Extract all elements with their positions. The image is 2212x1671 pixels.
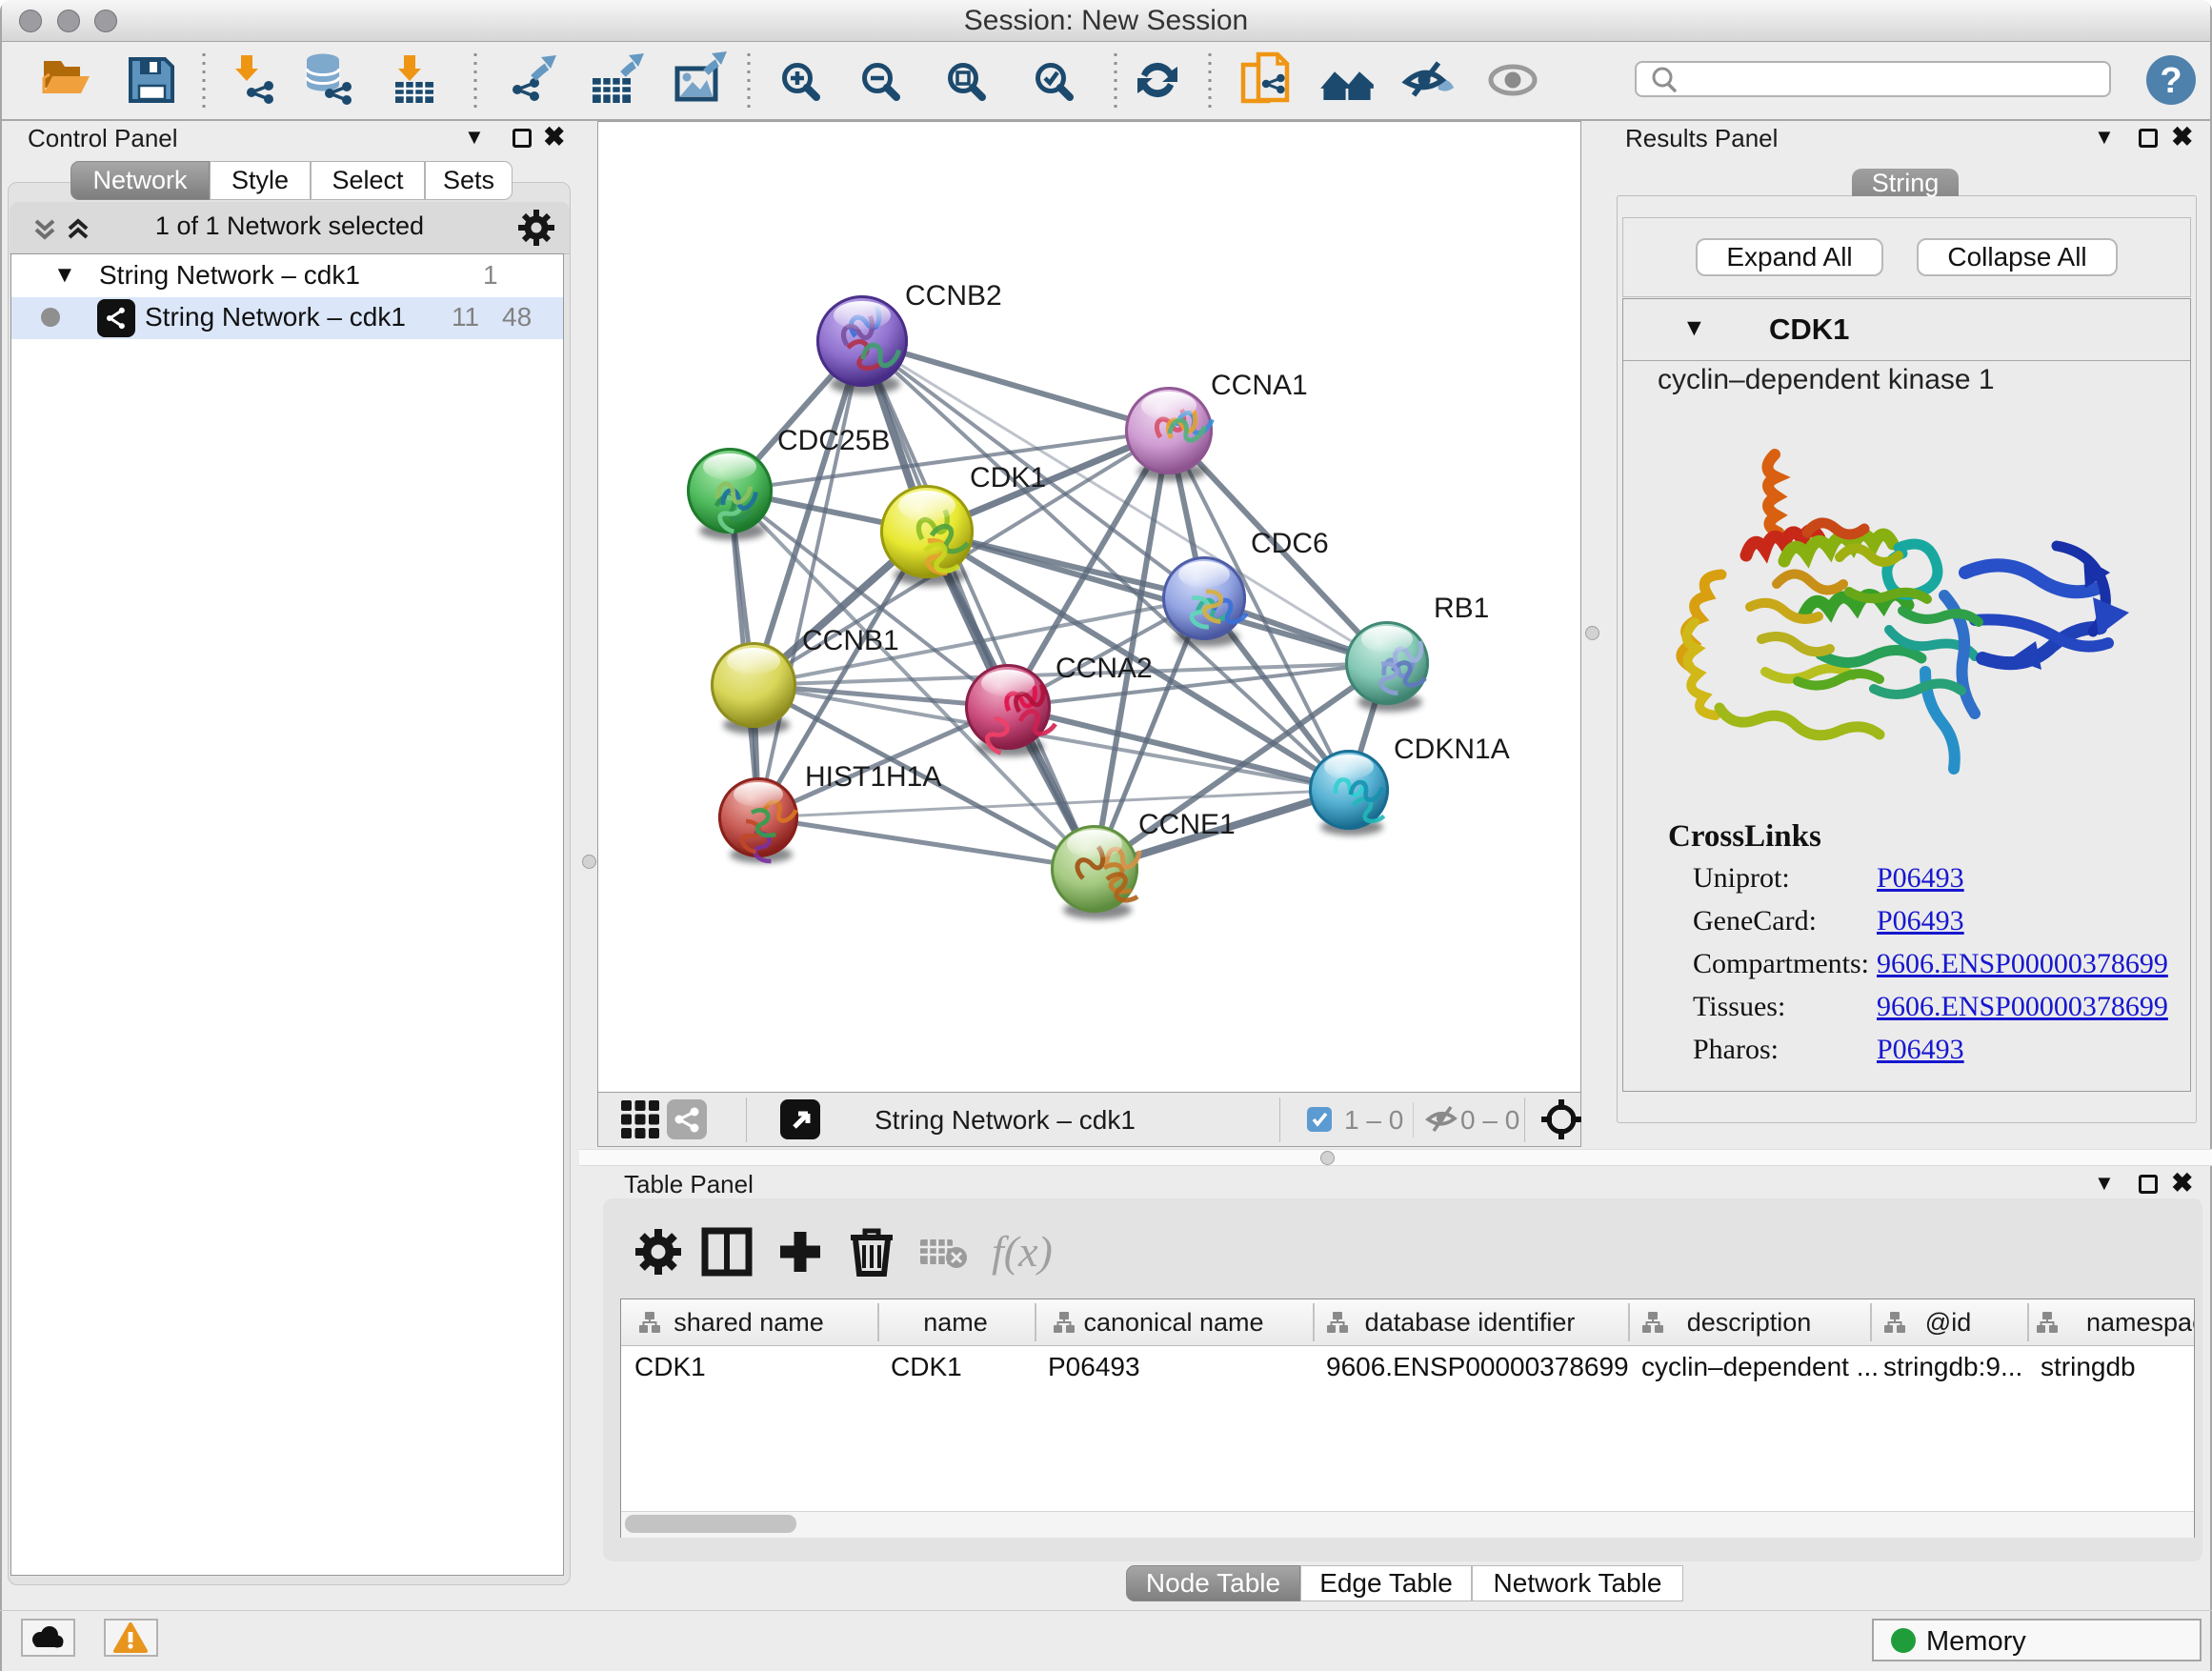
svg-text:canonical name: canonical name bbox=[1083, 1308, 1263, 1337]
svg-text:CCNA1: CCNA1 bbox=[1211, 370, 1308, 401]
svg-text:String Network – cdk1: String Network – cdk1 bbox=[875, 1105, 1136, 1135]
svg-text:CCNA2: CCNA2 bbox=[1056, 653, 1153, 684]
svg-text:@id: @id bbox=[1925, 1308, 1971, 1337]
svg-text:shared name: shared name bbox=[674, 1308, 824, 1337]
svg-text:CCNB2: CCNB2 bbox=[905, 280, 1002, 312]
svg-text:1 – 0: 1 – 0 bbox=[1344, 1105, 1403, 1135]
svg-text:9606.ENSP00000378699: 9606.ENSP00000378699 bbox=[1326, 1352, 1629, 1381]
svg-text:stringdb: stringdb bbox=[2041, 1352, 2136, 1381]
svg-text:description: description bbox=[1687, 1308, 1812, 1337]
svg-text:CCNE1: CCNE1 bbox=[1138, 809, 1236, 840]
svg-text:namespace: namespace bbox=[2086, 1308, 2194, 1337]
svg-text:CDK1: CDK1 bbox=[970, 462, 1046, 493]
svg-text:0 – 0: 0 – 0 bbox=[1460, 1105, 1519, 1135]
svg-text:?: ? bbox=[2160, 61, 2182, 101]
svg-text:f(x): f(x) bbox=[992, 1227, 1053, 1276]
svg-text:CDKN1A: CDKN1A bbox=[1394, 734, 1510, 765]
svg-text:CDK1: CDK1 bbox=[891, 1352, 962, 1381]
svg-text:stringdb:9...: stringdb:9... bbox=[1883, 1352, 2022, 1381]
svg-text:CCNB1: CCNB1 bbox=[802, 625, 899, 656]
svg-text:cyclin–dependent ...: cyclin–dependent ... bbox=[1641, 1352, 1879, 1381]
svg-text:P06493: P06493 bbox=[1048, 1352, 1140, 1381]
svg-text:database identifier: database identifier bbox=[1365, 1308, 1576, 1337]
svg-text:CDC6: CDC6 bbox=[1251, 528, 1329, 559]
svg-text:name: name bbox=[923, 1308, 988, 1337]
svg-text:RB1: RB1 bbox=[1434, 593, 1489, 624]
svg-text:CDK1: CDK1 bbox=[634, 1352, 706, 1381]
svg-text:HIST1H1A: HIST1H1A bbox=[805, 761, 941, 793]
svg-text:CDC25B: CDC25B bbox=[777, 425, 890, 456]
